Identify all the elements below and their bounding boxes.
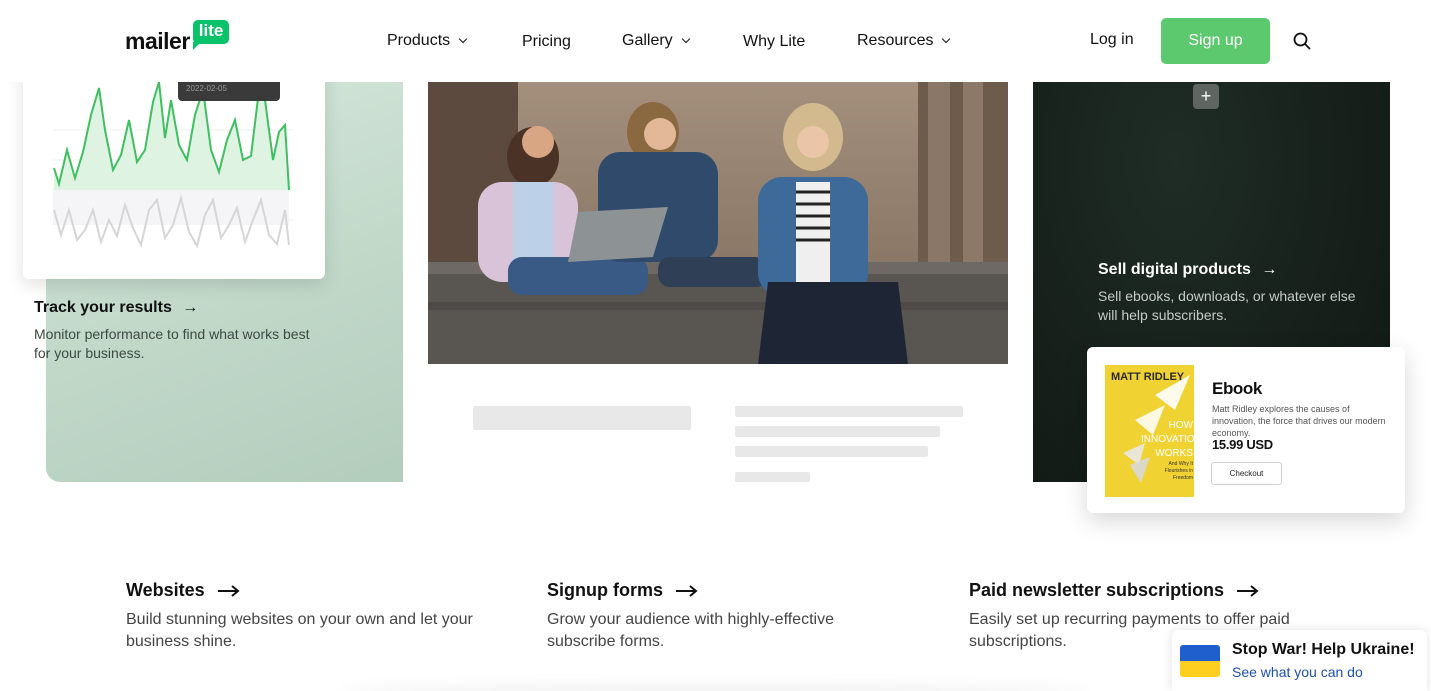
chevron-down-icon [681, 34, 690, 44]
feature-websites-description: Build stunning websites on your own and … [126, 611, 473, 650]
skeleton-block [473, 406, 691, 430]
analytics-chart-card: 2022-02-05 [23, 60, 325, 279]
feature-paid-newsletter-title[interactable]: Paid newsletter subscriptions [969, 580, 1259, 601]
track-results-description: Monitor performance to find what works b… [34, 326, 310, 361]
ebook-name: Ebook [1212, 379, 1262, 398]
arrow-right-icon [1237, 581, 1259, 602]
chevron-down-icon [458, 34, 468, 44]
sell-products-title[interactable]: Sell digital products → [1098, 261, 1277, 279]
logo-badge: lite [192, 20, 230, 50]
book-subtitle: And Why It Flourishes in Freedom [1164, 461, 1193, 481]
nav-pricing-label: Pricing [522, 33, 571, 50]
nav-products-label: Products [387, 32, 451, 49]
ukraine-flag-icon [1180, 645, 1220, 677]
login-link[interactable]: Log in [1090, 31, 1134, 49]
arrow-right-icon [676, 581, 698, 602]
chevron-down-icon [942, 34, 951, 44]
ebook-price: 15.99 USD [1212, 437, 1273, 452]
feature-paid-newsletter-title-text: Paid newsletter subscriptions [969, 580, 1225, 600]
nav-resources[interactable]: Resources [857, 30, 951, 52]
logo-text: mailer [125, 28, 190, 54]
arrow-right-icon: → [182, 299, 199, 316]
skeleton-line [735, 472, 810, 482]
nav-gallery-label: Gallery [622, 32, 673, 49]
track-results-title[interactable]: Track your results → [34, 299, 198, 317]
sell-products-description: Sell ebooks, downloads, or whatever else… [1098, 288, 1356, 323]
sell-products-title-text: Sell digital products [1098, 261, 1251, 278]
feature-signup-forms-title[interactable]: Signup forms [547, 580, 698, 601]
hero-photo-three-women [428, 82, 1008, 364]
arrow-right-icon [217, 581, 240, 602]
site-header: mailer lite Products Pricing Gallery Why… [0, 0, 1431, 82]
ebook-description: Matt Ridley explores the causes of innov… [1212, 404, 1386, 438]
search-icon[interactable] [1292, 31, 1312, 51]
book-cover: MATT RIDLEY HOW INNOVATION WORKS And Why… [1105, 365, 1194, 497]
checkout-button[interactable]: Checkout [1211, 462, 1282, 485]
feature-signup-forms-title-text: Signup forms [547, 580, 663, 600]
ukraine-banner-link[interactable]: See what you can do [1232, 664, 1363, 680]
bottom-section-shadow [340, 684, 1090, 691]
skeleton-line [735, 406, 963, 417]
nav-gallery[interactable]: Gallery [622, 30, 690, 52]
feature-websites-title[interactable]: Websites [126, 580, 240, 601]
signup-button[interactable]: Sign up [1161, 18, 1270, 64]
tooltip-date: 2022-02-05 [186, 84, 227, 93]
track-results-title-text: Track your results [34, 299, 172, 316]
skeleton-line [735, 446, 928, 457]
book-title: HOW INNOVATION WORKS [1141, 420, 1194, 459]
nav-pricing[interactable]: Pricing [522, 31, 571, 53]
ukraine-banner[interactable]: Stop War! Help Ukraine! See what you can… [1172, 630, 1427, 691]
ebook-product-card: MATT RIDLEY HOW INNOVATION WORKS And Why… [1087, 347, 1405, 513]
nav-why-lite[interactable]: Why Lite [743, 31, 805, 53]
mailerlite-logo[interactable]: mailer lite [125, 20, 230, 60]
book-author: MATT RIDLEY [1111, 371, 1185, 383]
nav-why-lite-label: Why Lite [743, 33, 806, 50]
nav-resources-label: Resources [857, 32, 934, 49]
nav-products[interactable]: Products [387, 30, 468, 52]
ukraine-banner-title: Stop War! Help Ukraine! [1232, 641, 1415, 658]
add-plus-button[interactable]: + [1193, 84, 1219, 109]
feature-websites-title-text: Websites [126, 580, 205, 600]
skeleton-line [735, 426, 940, 437]
feature-signup-forms-description: Grow your audience with highly-effective… [547, 611, 834, 650]
arrow-right-icon: → [1261, 261, 1278, 278]
